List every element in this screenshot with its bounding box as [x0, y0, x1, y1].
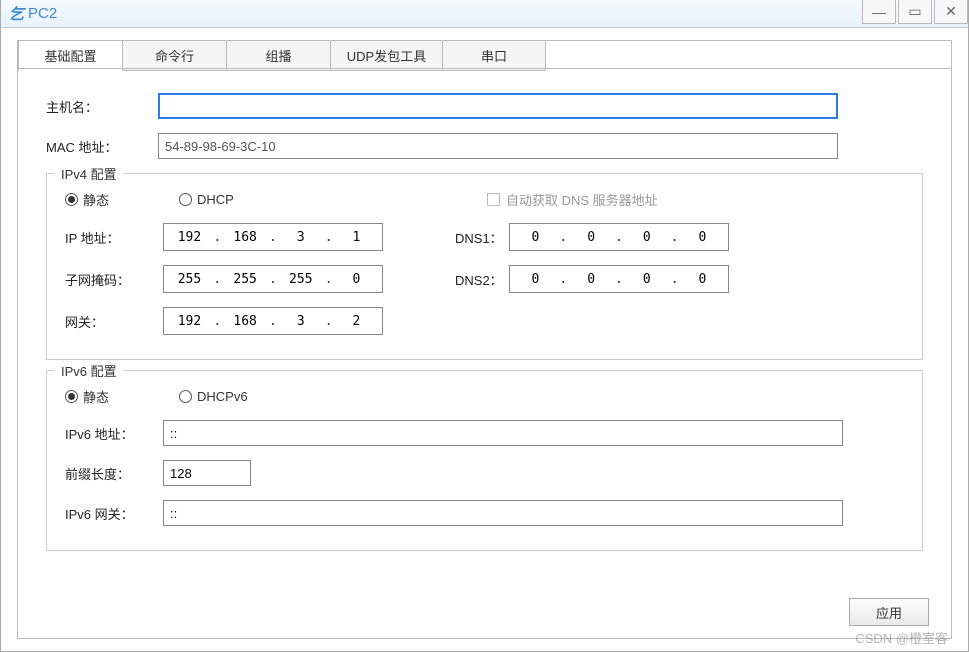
app-logo-icon: 乞 [9, 3, 24, 24]
row-mac: MAC 地址： [46, 133, 923, 159]
minimize-button[interactable]: — [862, 0, 896, 24]
row-gateway: 网关： . . . [65, 307, 904, 335]
gw-label: 网关： [65, 312, 163, 331]
auto-dns-checkbox[interactable]: 自动获取 DNS 服务器地址 [487, 190, 658, 209]
ipv4-static-radio[interactable]: 静态 [65, 190, 179, 209]
hostname-label: 主机名： [46, 97, 158, 116]
gateway-input[interactable]: . . . [163, 307, 383, 335]
tab-command-line[interactable]: 命令行 [122, 40, 226, 71]
ipv6-static-radio[interactable]: 静态 [65, 387, 179, 406]
ipv6-prefix-label: 前缀长度： [65, 464, 163, 483]
row-ipv6-addr: IPv6 地址： [65, 420, 904, 446]
tab-serial[interactable]: 串口 [442, 40, 546, 71]
mac-input[interactable] [158, 133, 838, 159]
titlebar: 乞 PC2 — ▭ ✕ [1, 0, 968, 28]
apply-row: 应用 [849, 598, 929, 626]
close-button[interactable]: ✕ [934, 0, 968, 24]
ipv4-legend: IPv4 配置 [55, 164, 123, 183]
maximize-button[interactable]: ▭ [898, 0, 932, 24]
ipv6-dhcpv6-radio[interactable]: DHCPv6 [179, 389, 248, 404]
radio-checked-icon [65, 193, 78, 206]
ipv4-dhcp-radio[interactable]: DHCP [179, 192, 293, 207]
row-ipv6-gw: IPv6 网关： [65, 500, 904, 526]
ip-label: IP 地址： [65, 228, 163, 247]
ipv4-mode-row: 静态 DHCP 自动获取 DNS 服务器地址 [65, 190, 904, 209]
hostname-input[interactable] [158, 93, 838, 119]
apply-button[interactable]: 应用 [849, 598, 929, 626]
checkbox-unchecked-icon [487, 193, 500, 206]
ipv6-prefix-input[interactable] [163, 460, 251, 486]
app-window: 乞 PC2 — ▭ ✕ 基础配置 命令行 组播 UDP发包工具 串口 主机名： [0, 0, 969, 652]
content-area: 基础配置 命令行 组播 UDP发包工具 串口 主机名： MAC 地址： IPv4… [1, 28, 968, 651]
tab-bar: 基础配置 命令行 组播 UDP发包工具 串口 [18, 40, 951, 71]
radio-checked-icon [65, 390, 78, 403]
dns1-col: DNS1： . . . [455, 223, 729, 251]
mac-label: MAC 地址： [46, 137, 158, 156]
row-ip: IP 地址： . . . DNS1： . . . [65, 223, 904, 251]
ipv6-addr-label: IPv6 地址： [65, 424, 163, 443]
ipv6-gateway-input[interactable] [163, 500, 843, 526]
dns1-input[interactable]: . . . [509, 223, 729, 251]
row-hostname: 主机名： [46, 93, 923, 119]
dns2-col: DNS2： . . . [455, 265, 729, 293]
radio-unchecked-icon [179, 193, 192, 206]
ipv6-address-input[interactable] [163, 420, 843, 446]
tab-basic-config[interactable]: 基础配置 [18, 40, 122, 71]
window-controls: — ▭ ✕ [860, 0, 968, 24]
tab-multicast[interactable]: 组播 [226, 40, 330, 71]
dns2-label: DNS2： [455, 270, 509, 289]
ip-address-input[interactable]: . . . [163, 223, 383, 251]
tab-udp-tool[interactable]: UDP发包工具 [330, 40, 442, 71]
window-title: PC2 [28, 5, 57, 22]
tab-content-basic: 主机名： MAC 地址： IPv4 配置 静态 [18, 68, 951, 638]
ipv4-fieldset: IPv4 配置 静态 DHCP 自动获取 DNS 服务器地址 [46, 173, 923, 360]
ipv6-gw-label: IPv6 网关： [65, 504, 163, 523]
ipv6-mode-row: 静态 DHCPv6 [65, 387, 904, 406]
dns1-label: DNS1： [455, 228, 509, 247]
row-ipv6-prefix: 前缀长度： [65, 460, 904, 486]
row-mask: 子网掩码： . . . DNS2： . . . [65, 265, 904, 293]
mask-label: 子网掩码： [65, 270, 163, 289]
ipv6-fieldset: IPv6 配置 静态 DHCPv6 IPv6 地址： [46, 370, 923, 551]
radio-unchecked-icon [179, 390, 192, 403]
main-panel: 基础配置 命令行 组播 UDP发包工具 串口 主机名： MAC 地址： IPv4… [17, 40, 952, 639]
subnet-mask-input[interactable]: . . . [163, 265, 383, 293]
dns2-input[interactable]: . . . [509, 265, 729, 293]
ipv6-legend: IPv6 配置 [55, 361, 123, 380]
